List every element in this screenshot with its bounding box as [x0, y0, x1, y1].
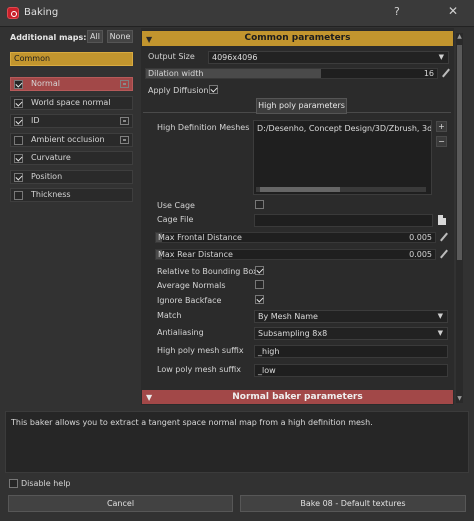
- high-definition-meshes-list[interactable]: D:/Desenho, Concept Design/3D/Zbrush, 3d…: [253, 120, 432, 195]
- antialiasing-value: Subsampling 8x8: [258, 329, 328, 338]
- map-label: Normal: [31, 79, 60, 88]
- dilation-width-slider[interactable]: Dilation width 16: [145, 68, 438, 79]
- pencil-icon[interactable]: [439, 232, 449, 242]
- map-checkbox[interactable]: [14, 98, 23, 108]
- additional-maps-label: Additional maps:: [10, 33, 87, 42]
- remove-mesh-button[interactable]: −: [436, 136, 447, 147]
- match-select[interactable]: By Mesh Name ▼: [254, 310, 448, 323]
- map-checkbox[interactable]: [14, 191, 23, 200]
- max-frontal-distance-slider[interactable]: Max Frontal Distance 0.005: [155, 232, 436, 243]
- max-rear-distance-slider[interactable]: Max Rear Distance 0.005: [155, 249, 436, 260]
- high-definition-meshes-label: High Definition Meshes: [157, 123, 250, 132]
- apply-diffusion-checkbox[interactable]: [209, 85, 218, 94]
- tab-high-poly-parameters[interactable]: High poly parameters: [256, 98, 347, 114]
- disable-help-label: Disable help: [21, 479, 71, 488]
- common-map-item[interactable]: Common: [10, 52, 133, 66]
- average-normals-label: Average Normals: [157, 281, 226, 290]
- map-item-id[interactable]: ID: [10, 114, 133, 128]
- pencil-icon[interactable]: [439, 249, 449, 259]
- chevron-down-icon: ▼: [437, 312, 443, 320]
- antialiasing-label: Antialiasing: [157, 328, 204, 337]
- apply-diffusion-label: Apply Diffusion: [148, 86, 209, 95]
- normal-baker-parameters-header[interactable]: ▼ Normal baker parameters: [142, 390, 453, 404]
- scroll-down-icon[interactable]: ▼: [456, 395, 463, 403]
- map-item-ambient-occlusion[interactable]: Ambient occlusion: [10, 132, 133, 147]
- relative-bbox-checkbox[interactable]: [255, 266, 264, 275]
- relative-bbox-label: Relative to Bounding Box: [157, 267, 258, 276]
- map-checkbox[interactable]: [14, 154, 23, 163]
- use-cage-checkbox[interactable]: [255, 200, 264, 209]
- map-label: Thickness: [31, 190, 71, 199]
- antialiasing-select[interactable]: Subsampling 8x8 ▼: [254, 327, 448, 340]
- map-item-position[interactable]: Position: [10, 169, 133, 184]
- map-label: Curvature: [31, 153, 71, 162]
- map-settings-icon[interactable]: [120, 135, 129, 144]
- map-label: Ambient occlusion: [31, 134, 105, 144]
- pencil-icon[interactable]: [441, 68, 451, 78]
- max-frontal-distance-value: 0.005: [409, 233, 432, 242]
- output-size-label: Output Size: [148, 52, 195, 61]
- map-settings-icon[interactable]: [120, 117, 129, 125]
- match-label: Match: [157, 311, 182, 320]
- map-item-thickness[interactable]: Thickness: [10, 188, 133, 202]
- add-mesh-button[interactable]: +: [436, 121, 447, 132]
- map-checkbox[interactable]: [14, 135, 23, 145]
- collapse-arrow-icon: ▼: [146, 35, 153, 44]
- cage-file-label: Cage File: [157, 215, 194, 224]
- disable-help-checkbox[interactable]: [9, 479, 18, 488]
- chevron-down-icon: ▼: [437, 329, 443, 337]
- help-text: This baker allows you to extract a tange…: [11, 418, 373, 427]
- close-icon[interactable]: ✕: [444, 4, 462, 22]
- normal-baker-parameters-title: Normal baker parameters: [232, 392, 363, 402]
- window-title: Baking: [24, 7, 59, 18]
- map-label: ID: [31, 116, 40, 125]
- ignore-backface-checkbox[interactable]: [255, 295, 264, 304]
- chevron-down-icon: ▼: [438, 53, 444, 61]
- scroll-up-icon[interactable]: ▲: [456, 33, 463, 41]
- map-label: World space normal: [31, 97, 111, 107]
- ignore-backface-label: Ignore Backface: [157, 296, 222, 305]
- low-poly-suffix-input[interactable]: _low: [254, 364, 448, 377]
- select-none-button[interactable]: None: [107, 30, 133, 43]
- scrollbar-thumb[interactable]: [260, 187, 340, 192]
- dilation-width-value: 16: [423, 69, 434, 78]
- high-poly-suffix-label: High poly mesh suffix: [157, 346, 244, 355]
- file-icon[interactable]: [438, 215, 446, 225]
- cancel-button[interactable]: Cancel: [8, 495, 233, 512]
- scrollbar-thumb[interactable]: [457, 45, 462, 260]
- vertical-scrollbar[interactable]: ▲ ▼: [456, 33, 463, 403]
- help-icon[interactable]: ?: [394, 5, 408, 21]
- use-cage-label: Use Cage: [157, 201, 195, 210]
- map-item-normal[interactable]: Normal: [10, 77, 133, 91]
- max-rear-distance-value: 0.005: [409, 250, 432, 259]
- map-item-curvature[interactable]: Curvature: [10, 151, 133, 165]
- map-label: Position: [31, 171, 63, 181]
- dilation-width-label: Dilation width: [148, 69, 204, 78]
- app-logo-icon: [7, 7, 19, 19]
- max-frontal-distance-label: Max Frontal Distance: [158, 233, 242, 242]
- cage-file-input[interactable]: [254, 214, 433, 227]
- map-checkbox[interactable]: [14, 117, 23, 126]
- map-checkbox[interactable]: [14, 80, 23, 89]
- mesh-path[interactable]: D:/Desenho, Concept Design/3D/Zbrush, 3d…: [257, 124, 431, 133]
- average-normals-checkbox[interactable]: [255, 280, 264, 289]
- map-item-world-space-normal[interactable]: World space normal: [10, 95, 133, 110]
- max-rear-distance-label: Max Rear Distance: [158, 250, 233, 259]
- output-size-value: 4096x4096: [212, 53, 258, 62]
- high-poly-suffix-input[interactable]: _high: [254, 345, 448, 358]
- horizontal-scrollbar[interactable]: [256, 187, 426, 192]
- map-settings-icon[interactable]: [120, 80, 129, 88]
- low-poly-suffix-label: Low poly mesh suffix: [157, 365, 241, 374]
- common-parameters-header[interactable]: ▼ Common parameters: [142, 31, 453, 46]
- map-checkbox[interactable]: [14, 172, 23, 182]
- bake-button[interactable]: Bake 08 - Default textures: [240, 495, 466, 512]
- match-value: By Mesh Name: [258, 312, 318, 321]
- expand-arrow-icon: ▼: [146, 393, 153, 402]
- output-size-select[interactable]: 4096x4096 ▼: [208, 51, 449, 64]
- common-parameters-title: Common parameters: [244, 33, 351, 43]
- help-box: This baker allows you to extract a tange…: [5, 411, 469, 473]
- select-all-button[interactable]: All: [87, 30, 103, 43]
